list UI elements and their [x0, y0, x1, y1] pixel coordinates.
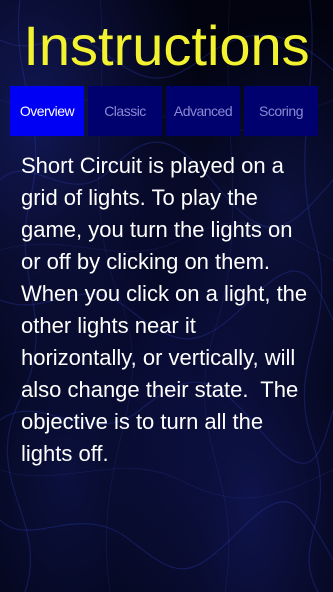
- tab-classic[interactable]: Classic: [88, 86, 162, 136]
- instructions-screen: Instructions Overview Classic Advanced S…: [0, 0, 333, 592]
- tab-overview[interactable]: Overview: [10, 86, 84, 136]
- tab-scoring[interactable]: Scoring: [244, 86, 318, 136]
- page-title: Instructions: [23, 14, 310, 77]
- instruction-tabs: Overview Classic Advanced Scoring: [10, 86, 318, 136]
- tab-advanced[interactable]: Advanced: [166, 86, 240, 136]
- instructions-text: Short Circuit is played on a grid of lig…: [21, 153, 314, 466]
